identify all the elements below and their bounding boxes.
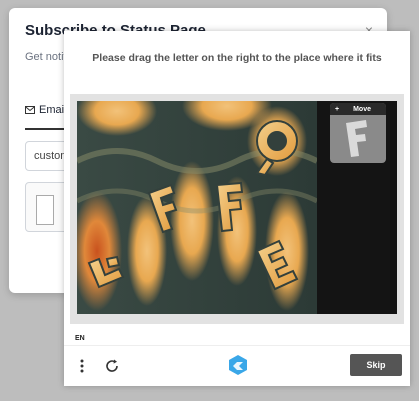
captcha-prompt: Please drag the letter on the right to t… xyxy=(92,52,382,64)
captcha-challenge: Please drag the letter on the right to t… xyxy=(64,31,410,386)
language-selector[interactable]: EN xyxy=(75,335,85,342)
move-icon: + xyxy=(335,105,340,113)
email-icon xyxy=(25,106,35,114)
draggable-letter-tile[interactable]: + Move xyxy=(330,103,386,163)
skip-button[interactable]: Skip xyxy=(350,354,402,376)
refresh-icon[interactable] xyxy=(104,358,120,374)
tab-email-label: Email xyxy=(39,104,67,116)
menu-icon[interactable] xyxy=(78,358,86,374)
brand-logo-icon xyxy=(229,355,247,375)
move-label: Move xyxy=(353,105,371,113)
footer-divider xyxy=(64,345,410,346)
draggable-letter-f xyxy=(346,120,367,157)
move-handle[interactable]: + Move xyxy=(330,103,386,115)
captcha-checkbox[interactable] xyxy=(36,195,54,225)
